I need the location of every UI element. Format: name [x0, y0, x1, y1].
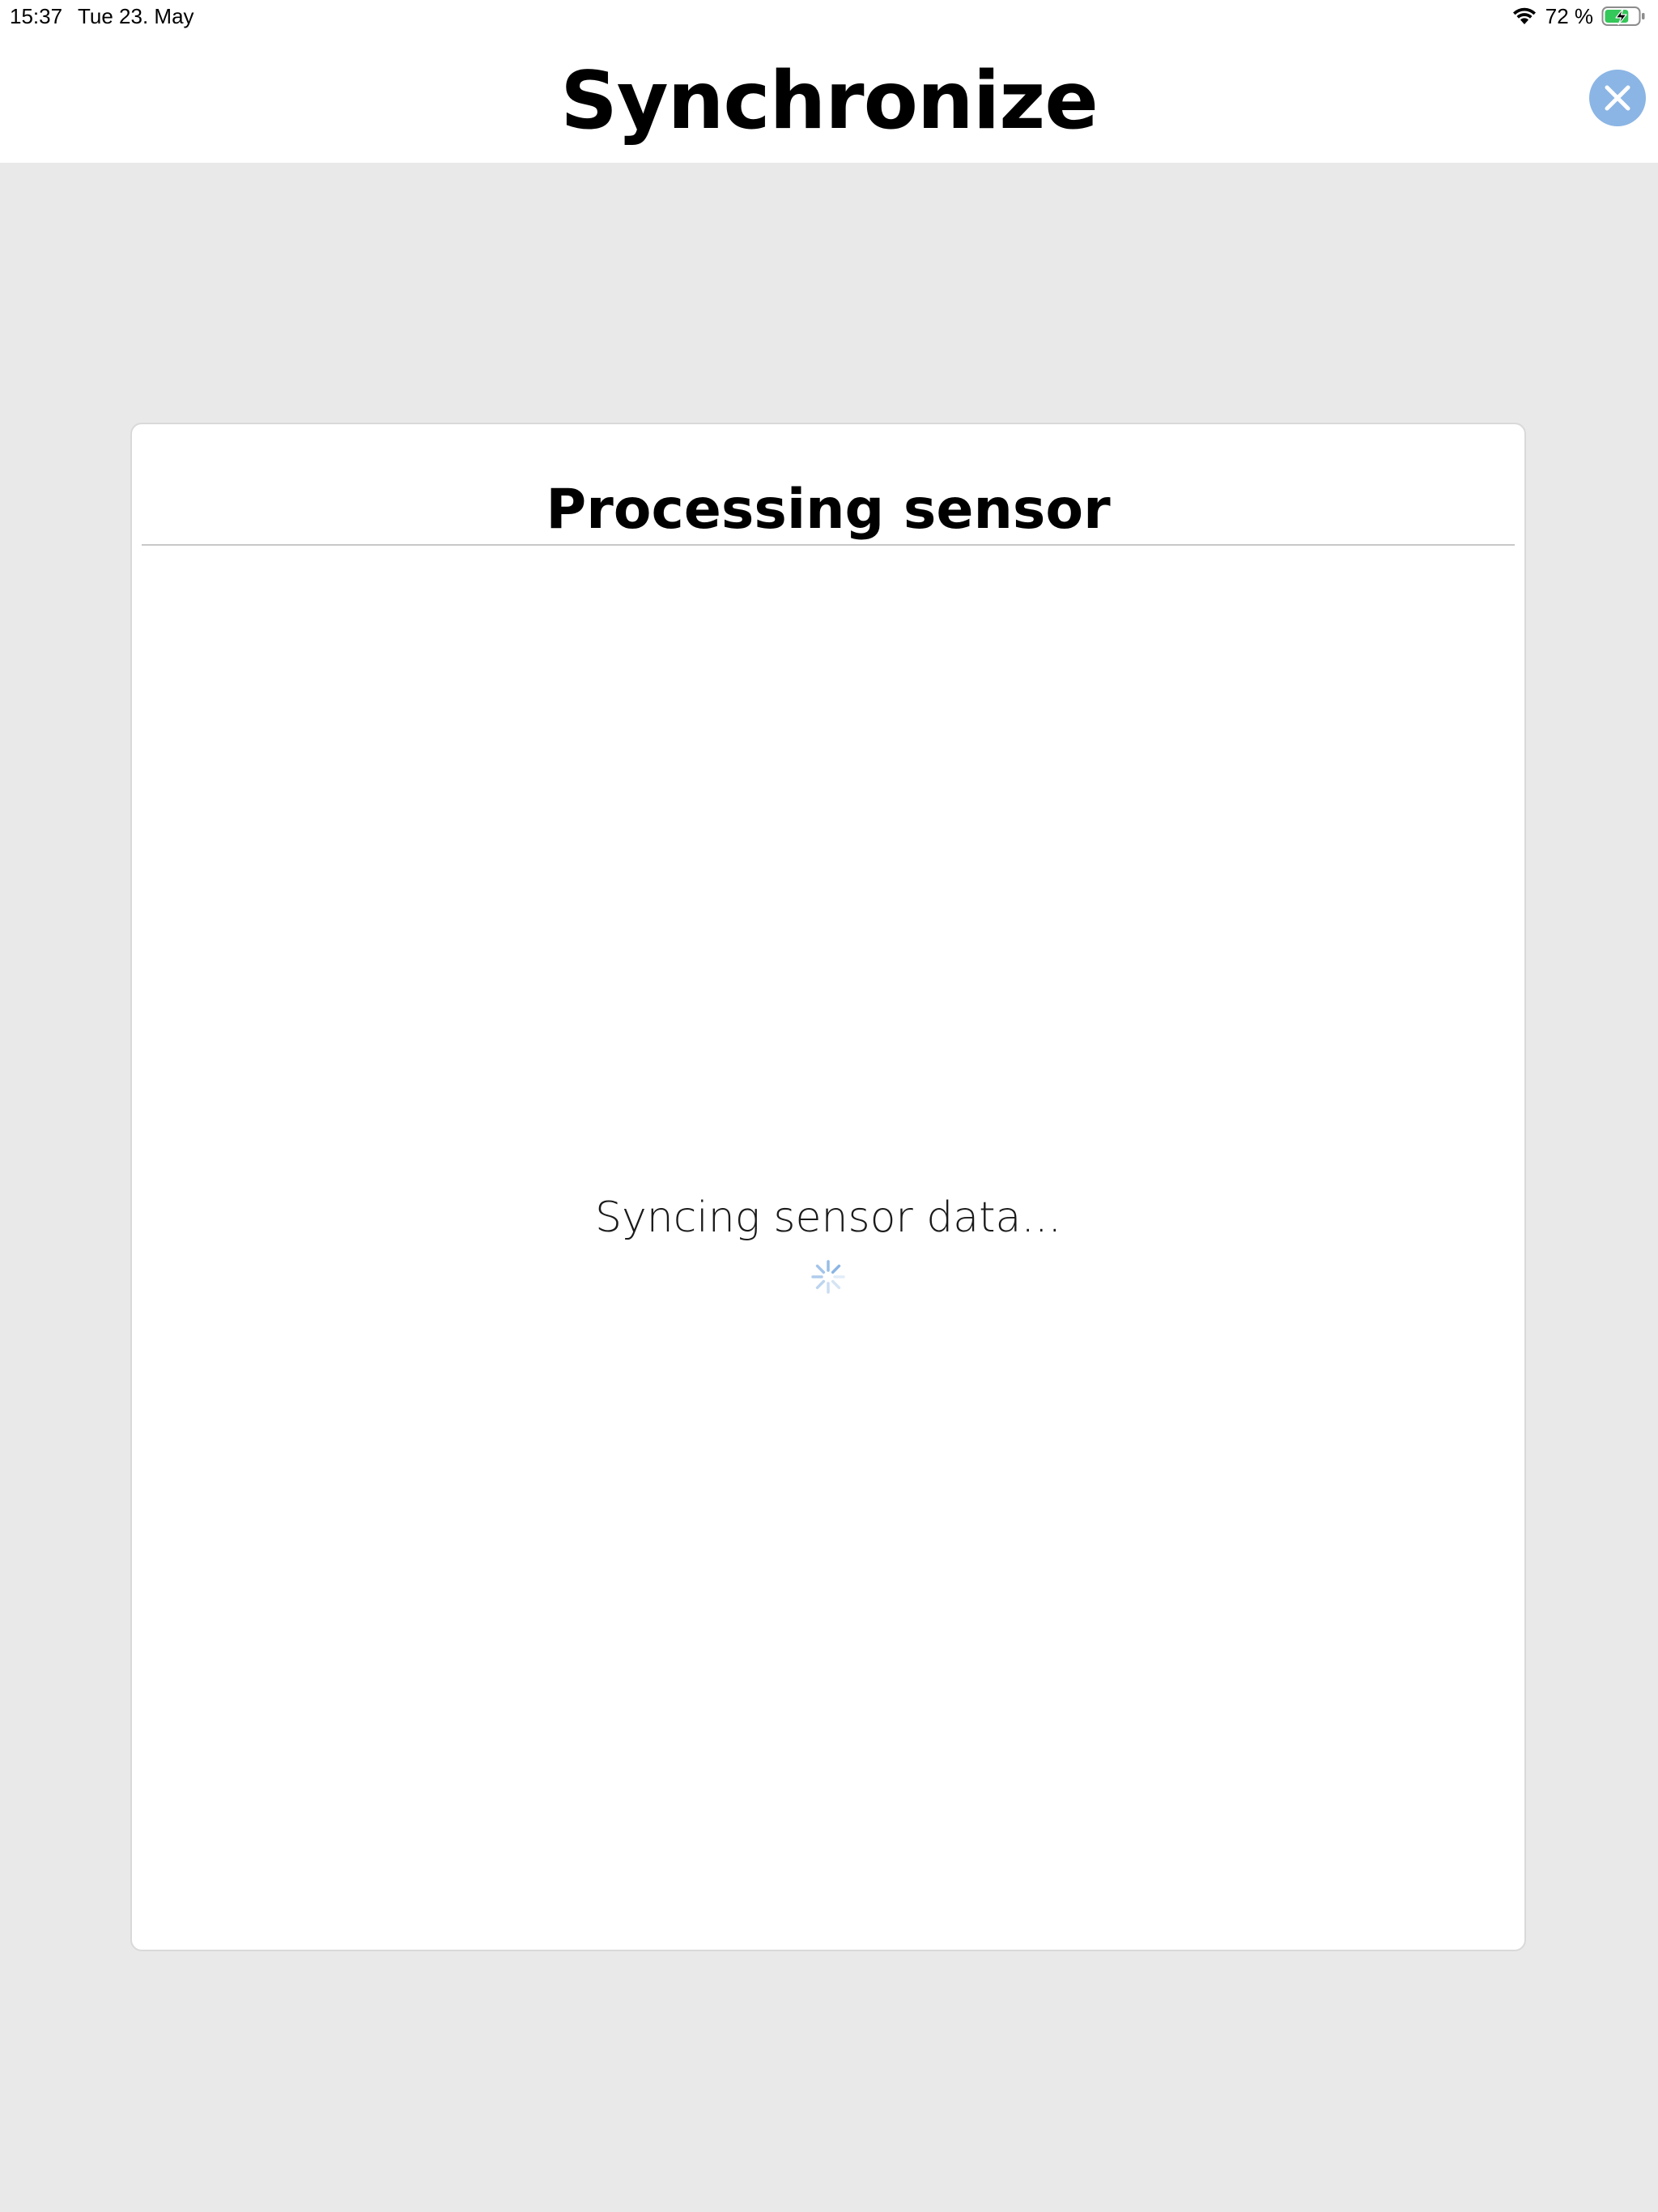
page-title: Synchronize: [560, 55, 1099, 147]
wifi-icon: [1511, 6, 1537, 26]
spinner-spoke: [815, 1279, 826, 1290]
nav-header: Synchronize: [0, 32, 1658, 163]
loading-spinner-icon: [810, 1259, 846, 1295]
status-date: Tue 23. May: [78, 4, 194, 28]
sync-status-message: Syncing sensor data...: [594, 1193, 1062, 1242]
spinner-spoke: [831, 1264, 841, 1274]
close-icon: [1589, 70, 1646, 126]
status-indicators: 72 %: [1511, 2, 1647, 31]
status-bar: 15:37 Tue 23. May 72 %: [0, 0, 1658, 32]
status-time: 15:37: [10, 4, 63, 28]
battery-charging-icon: [1601, 6, 1647, 27]
spinner-spoke: [815, 1264, 826, 1274]
spinner-spoke: [831, 1279, 841, 1290]
close-button[interactable]: [1589, 70, 1646, 126]
processing-card: Processing sensor Syncing sensor data...: [130, 423, 1526, 1951]
card-divider: [142, 544, 1515, 546]
battery-percentage: 72 %: [1545, 4, 1593, 28]
